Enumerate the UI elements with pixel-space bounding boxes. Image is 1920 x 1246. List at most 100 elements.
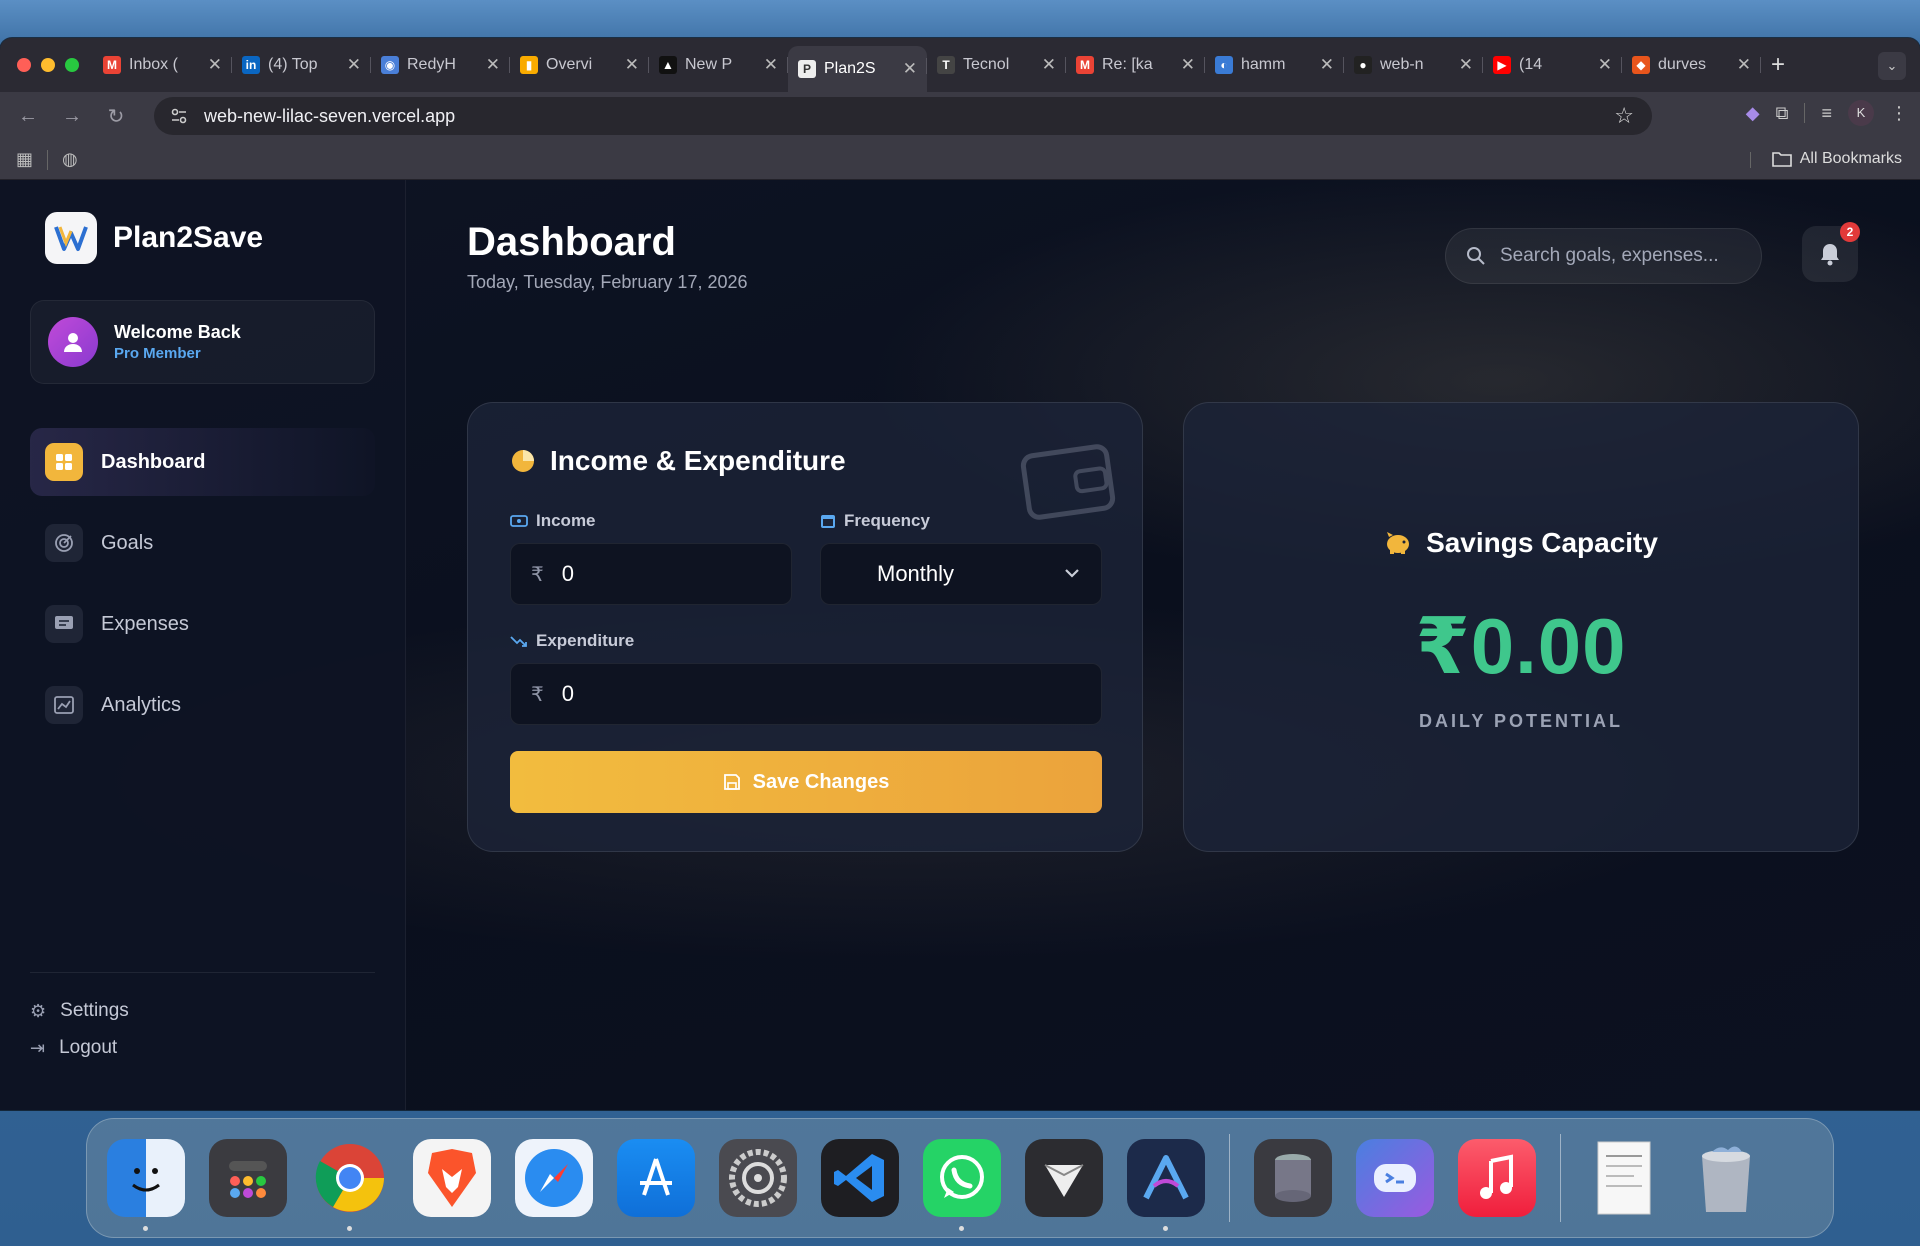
tab-title: Overvi — [546, 56, 593, 73]
whatsapp-icon[interactable] — [923, 1139, 1001, 1231]
save-changes-button[interactable]: Save Changes — [510, 751, 1102, 813]
tab-close-icon[interactable]: ✕ — [208, 55, 222, 75]
all-bookmarks-button[interactable]: All Bookmarks — [1749, 150, 1902, 168]
notifications-button[interactable]: 2 — [1802, 222, 1860, 282]
finder-icon[interactable] — [107, 1139, 185, 1231]
tab-close-icon[interactable]: ✕ — [625, 55, 639, 75]
vscode-icon[interactable] — [821, 1139, 899, 1217]
trash-icon[interactable] — [1687, 1139, 1765, 1217]
browser-tab[interactable]: ▲ New P ✕ — [649, 45, 788, 85]
brand-logo[interactable]: Plan2Save — [45, 212, 263, 264]
extension-gamepad-icon[interactable]: ◆ — [1746, 103, 1760, 124]
maximize-window-button[interactable] — [65, 58, 79, 72]
copilot-icon[interactable] — [1356, 1139, 1434, 1217]
settings-link[interactable]: ⚙ Settings — [30, 1000, 129, 1022]
expenditure-label: Expenditure — [510, 631, 634, 651]
plasticity-icon[interactable] — [1025, 1139, 1103, 1217]
document-icon[interactable] — [1585, 1139, 1663, 1217]
gear-icon: ⚙ — [30, 1000, 47, 1021]
sidebar-item-dashboard[interactable]: Dashboard — [30, 428, 375, 496]
browser-tab[interactable]: in (4) Top ✕ — [232, 45, 371, 85]
tab-close-icon[interactable]: ✕ — [486, 55, 500, 75]
browser-tab[interactable]: ◉ RedyH ✕ — [371, 45, 510, 85]
tab-close-icon[interactable]: ✕ — [1737, 55, 1751, 75]
bookmark-star-icon[interactable]: ☆ — [1614, 103, 1634, 129]
site-info-icon[interactable] — [170, 107, 188, 125]
browser-tab[interactable]: ▮ Overvi ✕ — [510, 45, 649, 85]
expenditure-input[interactable] — [561, 681, 1018, 707]
browser-tab[interactable]: M Re: [ka ✕ — [1066, 45, 1205, 85]
tab-favicon-icon: in — [242, 56, 260, 74]
brave-icon[interactable] — [413, 1139, 491, 1217]
new-tab-button[interactable]: + — [1771, 51, 1785, 79]
tab-favicon-icon: ◉ — [381, 56, 399, 74]
membership-tier: Pro Member — [114, 345, 201, 362]
tab-search-icon[interactable]: ⌄ — [1878, 52, 1906, 80]
tab-favicon-icon: ▮ — [520, 56, 538, 74]
tab-favicon-icon: M — [103, 56, 121, 74]
music-icon[interactable] — [1458, 1139, 1536, 1217]
frequency-select[interactable]: Monthly — [820, 543, 1102, 605]
launchpad-icon[interactable] — [209, 1139, 287, 1217]
browser-tab[interactable]: ● web-n ✕ — [1344, 45, 1483, 85]
frequency-label: Frequency — [820, 511, 930, 531]
all-bookmarks-label: All Bookmarks — [1799, 150, 1902, 167]
sidebar-item-expenses[interactable]: Expenses — [30, 590, 375, 658]
tab-title: web-n — [1380, 56, 1424, 73]
income-field[interactable]: ₹ — [510, 543, 792, 605]
tab-close-icon[interactable]: ✕ — [1459, 55, 1473, 75]
browser-tab[interactable]: P Plan2S ✕ — [788, 46, 927, 92]
chart-icon — [45, 686, 83, 724]
logout-link[interactable]: ⇥ Logout — [30, 1037, 117, 1059]
tab-close-icon[interactable]: ✕ — [1181, 55, 1195, 75]
browser-tab[interactable]: M Inbox ( ✕ — [93, 45, 232, 85]
bell-icon — [1821, 244, 1839, 266]
tab-close-icon[interactable]: ✕ — [764, 55, 778, 75]
browser-menu-icon[interactable]: ⋮ — [1890, 103, 1908, 124]
browser-tab[interactable]: ◐ hamm ✕ — [1205, 45, 1344, 85]
back-icon[interactable]: ← — [6, 105, 50, 128]
media-controls-icon[interactable]: ≡ — [1821, 103, 1832, 124]
settings-label: Settings — [60, 1000, 129, 1021]
address-bar[interactable]: web-new-lilac-seven.vercel.app ☆ — [154, 97, 1652, 135]
tab-close-icon[interactable]: ✕ — [1598, 55, 1612, 75]
tab-close-icon[interactable]: ✕ — [1042, 55, 1056, 75]
apps-grid-icon[interactable]: ▦ — [16, 149, 33, 170]
income-input[interactable] — [561, 561, 770, 587]
tab-close-icon[interactable]: ✕ — [903, 59, 917, 79]
arc-icon[interactable] — [1127, 1139, 1205, 1231]
tab-title: RedyH — [407, 56, 456, 73]
system-settings-icon[interactable] — [719, 1139, 797, 1217]
dock-separator — [1560, 1134, 1561, 1222]
tab-close-icon[interactable]: ✕ — [1320, 55, 1334, 75]
tab-close-icon[interactable]: ✕ — [347, 55, 361, 75]
toolbar-divider — [1804, 103, 1806, 123]
chrome-icon[interactable] — [311, 1139, 389, 1231]
sidebar-item-goals[interactable]: Goals — [30, 509, 375, 577]
expenditure-field[interactable]: ₹ — [510, 663, 1102, 725]
notification-badge: 2 — [1840, 222, 1860, 242]
reload-icon[interactable]: ↻ — [94, 104, 138, 129]
expenditure-label-text: Expenditure — [536, 631, 635, 650]
safari-icon[interactable] — [515, 1139, 593, 1217]
user-card[interactable]: Welcome Back Pro Member — [30, 300, 375, 384]
disk-utility-icon[interactable] — [1254, 1139, 1332, 1217]
search-input[interactable] — [1500, 245, 1740, 267]
extensions-puzzle-icon[interactable]: ⧉ — [1776, 103, 1789, 124]
sidebar-item-label: Analytics — [101, 693, 182, 716]
globe-bookmark-icon[interactable]: ◍ — [62, 149, 78, 170]
sidebar-item-analytics[interactable]: Analytics — [30, 671, 375, 739]
bookmarks-divider — [47, 149, 49, 170]
browser-tab[interactable]: ▶ (14 ✕ — [1483, 45, 1622, 85]
browser-tab[interactable]: T Tecnol ✕ — [927, 45, 1066, 85]
forward-icon[interactable]: → — [50, 105, 94, 128]
tab-title: Inbox ( — [129, 56, 178, 73]
browser-tab[interactable]: ◆ durves ✕ — [1622, 45, 1761, 85]
minimize-window-button[interactable] — [41, 58, 55, 72]
search-box[interactable] — [1445, 228, 1762, 284]
logout-icon: ⇥ — [30, 1037, 46, 1058]
close-window-button[interactable] — [17, 58, 31, 72]
profile-avatar[interactable]: K — [1848, 100, 1874, 126]
app-store-icon[interactable] — [617, 1139, 695, 1217]
receipt-icon — [45, 605, 83, 643]
